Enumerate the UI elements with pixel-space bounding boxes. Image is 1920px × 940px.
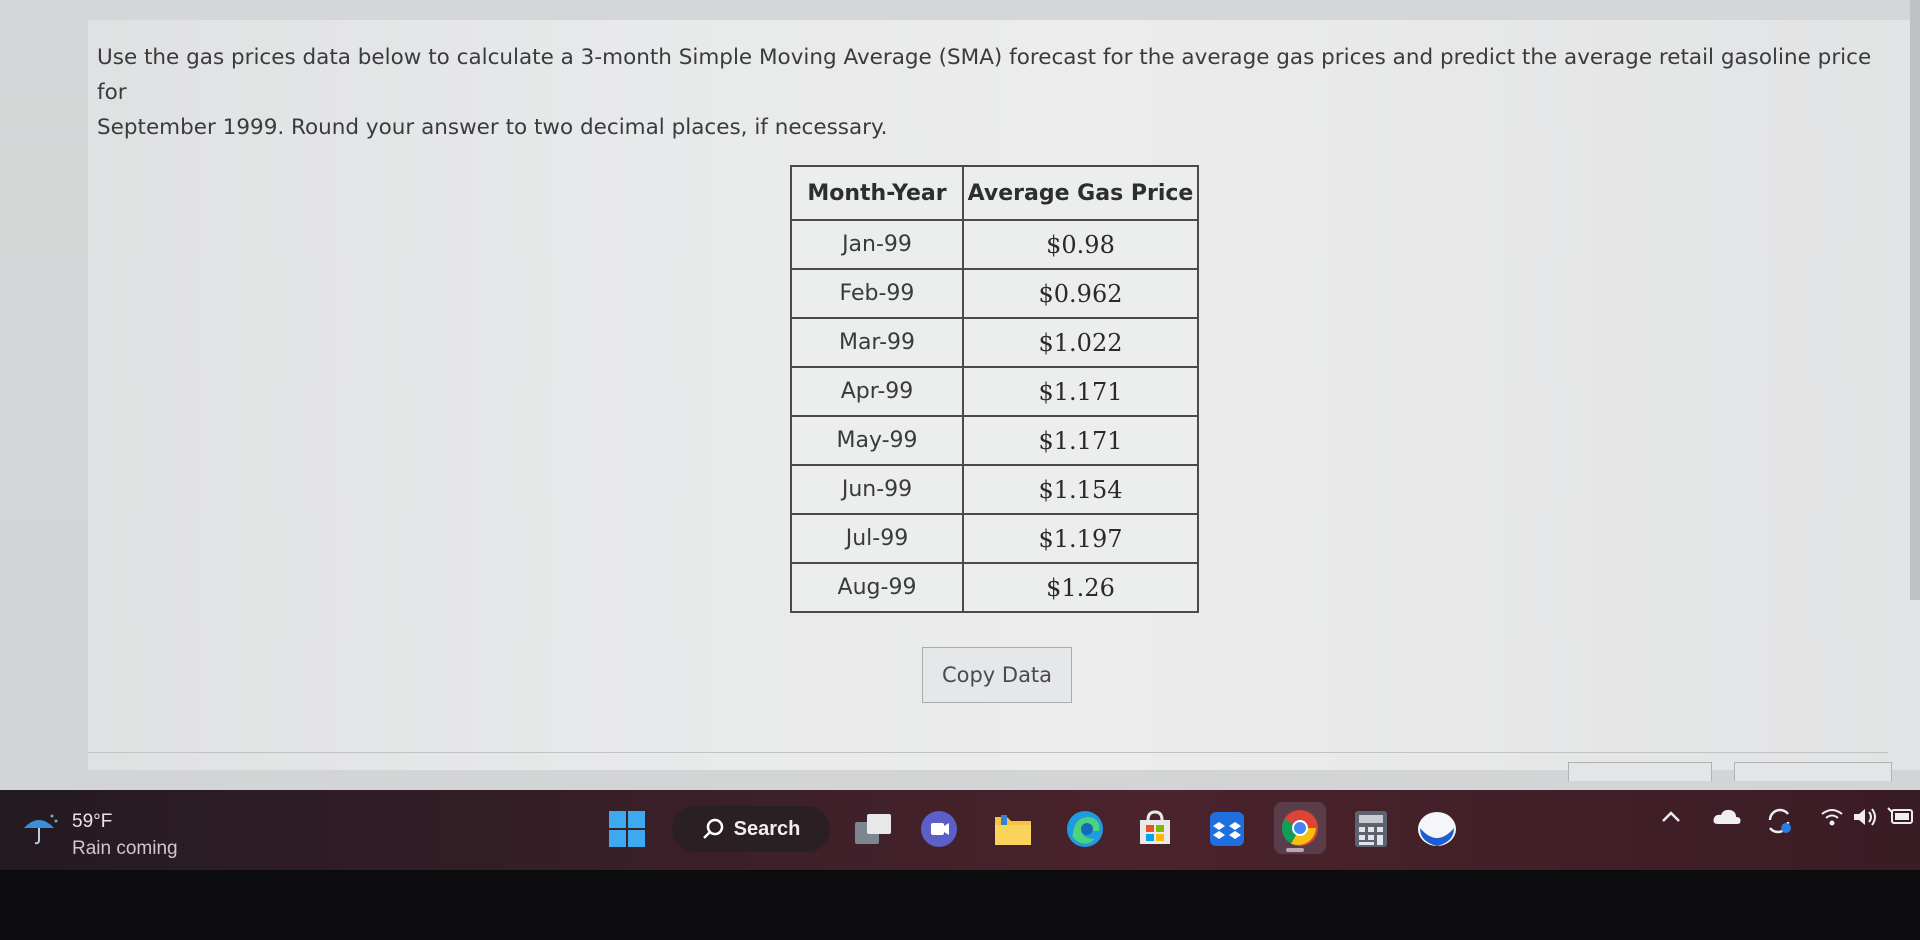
header-average-gas-price: Average Gas Price: [962, 165, 1199, 221]
price-cell: $1.197: [962, 513, 1199, 564]
chrome-icon[interactable]: [1274, 802, 1326, 854]
taskbar-search-button[interactable]: Search: [672, 806, 830, 852]
teams-chat-icon[interactable]: [918, 808, 960, 850]
month-cell: Mar-99: [790, 317, 964, 368]
table-row: Aug-99 $1.26: [790, 562, 1199, 613]
battery-icon[interactable]: [1886, 806, 1916, 833]
table-header-row: Month-Year Average Gas Price: [790, 165, 1199, 221]
weather-description[interactable]: Rain coming: [72, 838, 178, 860]
month-cell: Feb-99: [790, 268, 964, 319]
dropbox-icon[interactable]: [1206, 808, 1248, 850]
price-cell: $1.154: [962, 464, 1199, 515]
price-cell: $1.171: [962, 366, 1199, 417]
month-cell: Aug-99: [790, 562, 964, 613]
gas-price-table: Month-Year Average Gas Price Jan-99 $0.9…: [790, 165, 1199, 613]
weather-temperature[interactable]: 59°F: [72, 811, 112, 833]
month-cell: Jan-99: [790, 219, 964, 270]
table-row: Jan-99 $0.98: [790, 219, 1199, 270]
onedrive-icon[interactable]: [1712, 806, 1742, 833]
month-cell: May-99: [790, 415, 964, 466]
chrome-active-indicator: [1286, 848, 1304, 852]
screen-bezel: [0, 870, 1920, 940]
wifi-icon[interactable]: [1820, 806, 1844, 833]
calculator-icon[interactable]: [1350, 808, 1392, 850]
search-label: Search: [733, 817, 801, 840]
question-text: Use the gas prices data below to calcula…: [97, 40, 1897, 145]
windows-start-icon[interactable]: [606, 808, 648, 850]
table-row: Mar-99 $1.022: [790, 317, 1199, 368]
rain-umbrella-icon[interactable]: [20, 812, 58, 846]
month-cell: Apr-99: [790, 366, 964, 417]
table-row: Apr-99 $1.171: [790, 366, 1199, 417]
chevron-up-icon[interactable]: [1660, 806, 1682, 833]
price-cell: $0.962: [962, 268, 1199, 319]
table-row: Jun-99 $1.154: [790, 464, 1199, 515]
month-cell: Jun-99: [790, 464, 964, 515]
scrollbar[interactable]: [1910, 0, 1920, 600]
table-row: Feb-99 $0.962: [790, 268, 1199, 319]
price-cell: $0.98: [962, 219, 1199, 270]
table-row: May-99 $1.171: [790, 415, 1199, 466]
question-line-2: September 1999. Round your answer to two…: [97, 115, 888, 140]
windows-taskbar: [0, 790, 1920, 870]
task-view-icon[interactable]: [852, 808, 894, 850]
edge-icon[interactable]: [1064, 808, 1106, 850]
microsoft-store-icon[interactable]: [1134, 808, 1176, 850]
table-row: Jul-99 $1.197: [790, 513, 1199, 564]
question-line-1: Use the gas prices data below to calcula…: [97, 45, 1872, 105]
volume-icon[interactable]: [1852, 806, 1880, 833]
bottom-button-left[interactable]: [1568, 762, 1712, 781]
file-explorer-icon[interactable]: [992, 808, 1034, 850]
blue-app-icon[interactable]: [1416, 808, 1458, 850]
search-icon: [702, 818, 723, 839]
header-month-year: Month-Year: [790, 165, 964, 221]
copy-data-button[interactable]: Copy Data: [922, 647, 1072, 703]
price-cell: $1.171: [962, 415, 1199, 466]
month-cell: Jul-99: [790, 513, 964, 564]
price-cell: $1.022: [962, 317, 1199, 368]
bottom-button-right[interactable]: [1734, 762, 1892, 781]
sync-icon[interactable]: [1764, 806, 1794, 841]
price-cell: $1.26: [962, 562, 1199, 613]
